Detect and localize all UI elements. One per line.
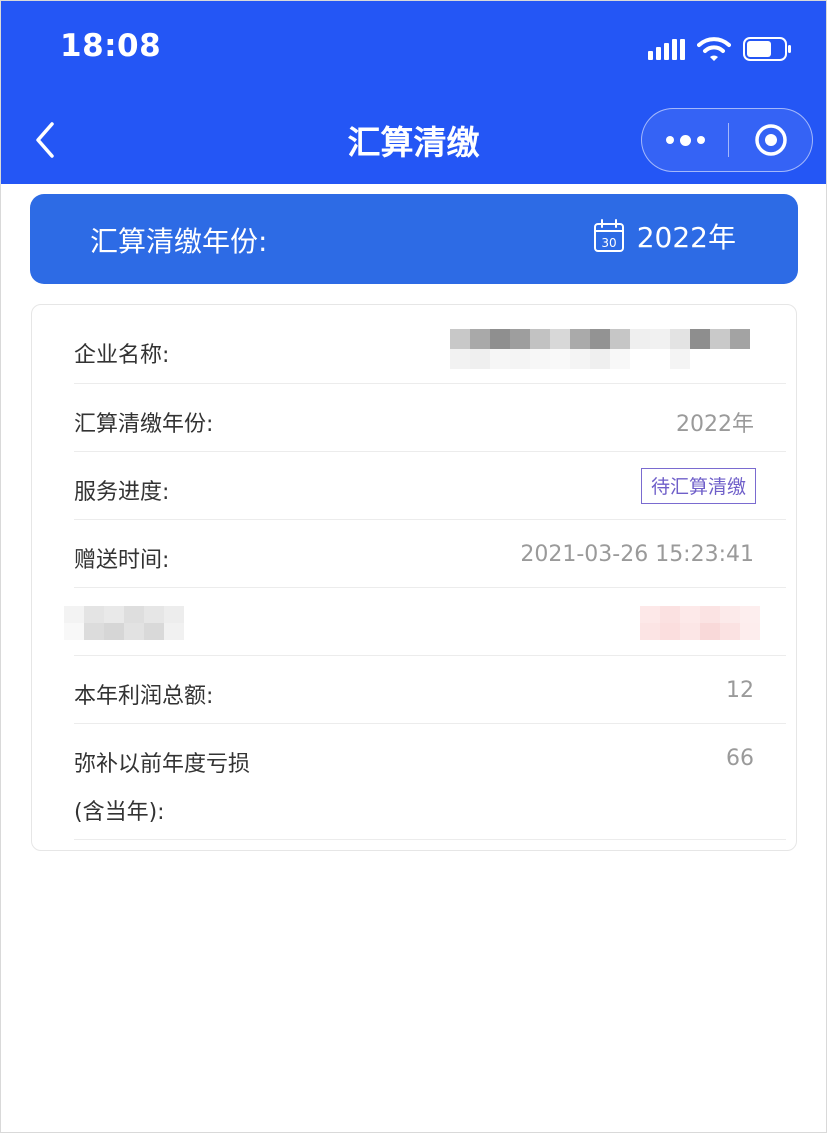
more-dots-icon (665, 136, 674, 144)
battery-icon (743, 37, 791, 61)
status-icons (648, 34, 793, 64)
detail-row-profit: 本年利润总额: 12 (74, 656, 786, 724)
year-value: 2022年 (676, 412, 754, 437)
profit-value: 12 (726, 678, 754, 703)
year-label: 汇算清缴年份: (74, 412, 214, 437)
wifi-icon (697, 37, 731, 61)
detail-row-loss: 弥补以前年度亏损 (含当年): 66 (74, 724, 786, 840)
company-name-label: 企业名称: (74, 343, 170, 368)
more-dots-icon-right (696, 136, 705, 144)
target-circle-icon (754, 124, 787, 156)
year-selector-label: 汇算清缴年份: (90, 225, 268, 258)
detail-row-redacted (64, 588, 786, 656)
detail-row-gift-time: 赠送时间: 2021-03-26 15:23:41 (74, 520, 786, 588)
more-button[interactable] (642, 109, 728, 171)
year-picker[interactable]: 30 2022年 (593, 216, 736, 256)
tax-detail-card: 企业名称: 汇算清缴年份: 2022年 服务进度: 待汇算清缴 赠送时间: 20… (31, 304, 797, 851)
calendar-day-number: 30 (601, 236, 616, 250)
year-selector-banner: 汇算清缴年份: 30 2022年 (30, 194, 798, 284)
calendar-icon: 30 (593, 219, 624, 252)
app-header: 18:08 汇算清缴 (0, 0, 827, 184)
detail-row-year: 汇算清缴年份: 2022年 (74, 384, 786, 452)
redacted-label (64, 606, 184, 640)
loss-value: 66 (726, 746, 754, 771)
progress-label: 服务进度: (74, 480, 170, 505)
status-badge: 待汇算清缴 (640, 468, 756, 504)
gift-time-value: 2021-03-26 15:23:41 (520, 542, 754, 567)
detail-row-company: 企业名称: (74, 305, 786, 384)
gift-time-label: 赠送时间: (74, 548, 170, 573)
more-dots-icon-center (679, 134, 691, 146)
close-mini-program-button[interactable] (729, 109, 812, 171)
cellular-signal-icon (648, 38, 685, 60)
mini-program-capsule (641, 108, 813, 172)
loss-label-line2: (含当年): (74, 800, 165, 825)
loss-label-line1: 弥补以前年度亏损 (74, 752, 251, 777)
redacted-value (640, 606, 760, 640)
detail-row-progress: 服务进度: 待汇算清缴 (74, 452, 786, 520)
profit-label: 本年利润总额: (74, 684, 214, 709)
status-time: 18:08 (60, 28, 162, 64)
company-name-redacted (450, 329, 750, 369)
selected-year: 2022年 (636, 221, 736, 254)
